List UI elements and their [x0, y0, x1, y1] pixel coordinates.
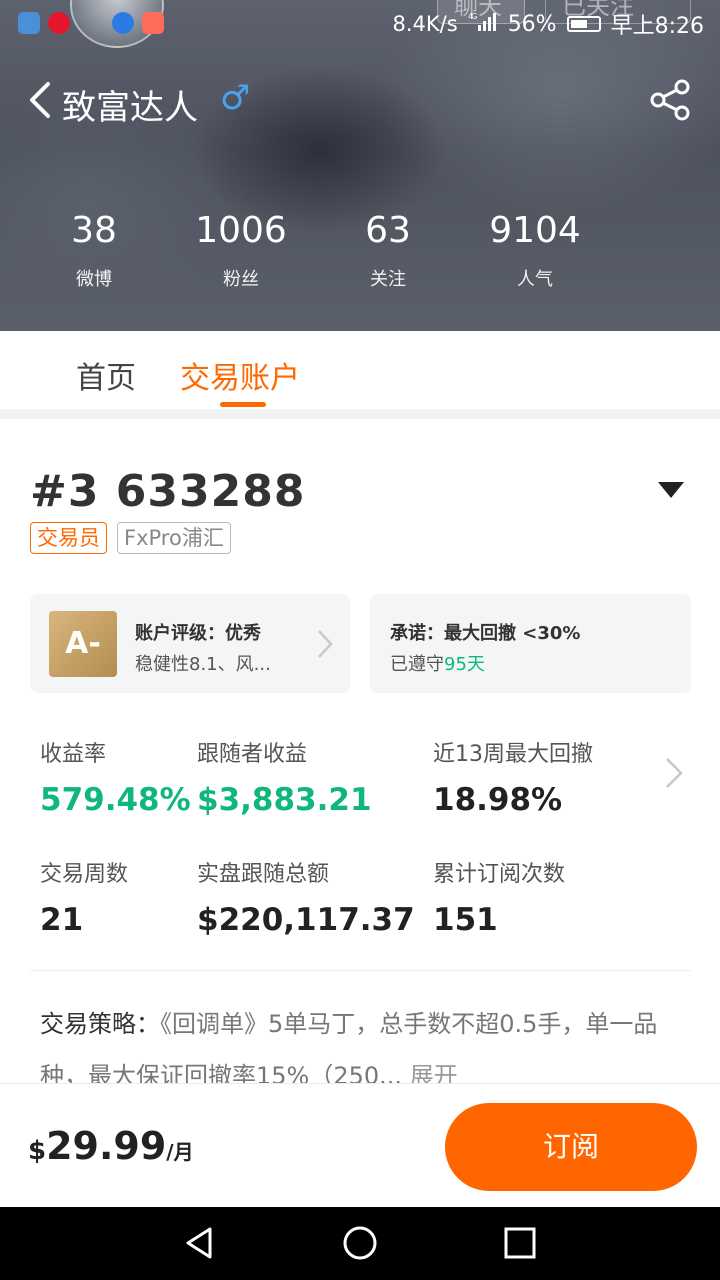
promise-card[interactable]: 承诺：最大回撤 <30% 已遵守95天	[370, 594, 691, 693]
price-amount: 29.99	[46, 1124, 167, 1168]
stat-fans[interactable]: 1006 粉丝	[181, 210, 301, 291]
top-nav: 致富达人 ♂	[0, 74, 720, 130]
metric-follow-total: 实盘跟随总额 $220,117.37	[197, 856, 415, 938]
metric-subscription-count: 累计订阅次数 151	[433, 856, 565, 938]
price-unit: /月	[166, 1140, 194, 1164]
metric-value: 151	[433, 902, 498, 938]
subscribe-button[interactable]: 订阅	[445, 1103, 697, 1191]
stat-value: 63	[365, 210, 411, 251]
rating-title: 账户评级：优秀	[135, 623, 261, 644]
bottom-bar: $29.99/月 订阅	[0, 1083, 720, 1207]
promise-title: 承诺：最大回撤 <30%	[390, 623, 581, 644]
metric-label: 跟随者收益	[197, 742, 308, 767]
stat-popularity[interactable]: 9104 人气	[475, 210, 595, 291]
stat-value: 38	[71, 210, 117, 251]
page-title: 致富达人	[62, 88, 198, 128]
stat-label: 粉丝	[223, 269, 259, 290]
tag-broker: FxPro浦汇	[117, 522, 231, 554]
metric-max-drawdown: 近13周最大回撤 18.98%	[433, 736, 593, 818]
divider	[30, 970, 691, 971]
metric-value: $220,117.37	[197, 902, 415, 938]
notification-icons-2	[112, 12, 164, 34]
stat-value: 9104	[489, 210, 581, 251]
section-divider	[0, 409, 720, 419]
tab-indicator	[220, 402, 266, 407]
metric-value: 18.98%	[433, 782, 563, 818]
metric-label: 实盘跟随总额	[197, 862, 330, 887]
metrics-chevron-right-icon[interactable]	[664, 756, 684, 790]
subscription-price: $29.99/月	[28, 1124, 194, 1168]
battery-icon	[566, 16, 601, 32]
stat-value: 1006	[195, 210, 287, 251]
strategy-label: 交易策略：	[40, 1010, 160, 1038]
back-arrow-icon[interactable]	[26, 80, 56, 120]
account-id: #3 633288	[30, 466, 306, 517]
dropdown-triangle-icon[interactable]	[658, 482, 684, 498]
nav-back-icon[interactable]	[182, 1225, 218, 1261]
nav-recents-icon[interactable]	[502, 1225, 538, 1261]
status-right: 8.4K/s 4G 56% 早上8:26	[393, 8, 705, 40]
share-icon[interactable]	[648, 78, 692, 122]
profile-header: 聊天 已关注 8.4K/s 4G 56% 早上8:26 致富达人 ♂ 38 微博…	[0, 0, 720, 331]
message-icon	[142, 12, 164, 34]
metric-value: 579.48%	[40, 782, 191, 818]
metric-trading-weeks: 交易周数 21	[40, 856, 128, 938]
stat-weibo[interactable]: 38 微博	[34, 210, 154, 291]
metric-follower-profit: 跟随者收益 $3,883.21	[197, 736, 372, 818]
network-type: 4G	[468, 12, 477, 21]
battery-percent: 56%	[507, 11, 557, 37]
tag-trader: 交易员	[30, 522, 107, 554]
metric-label: 累计订阅次数	[433, 862, 566, 887]
telegram-icon	[18, 12, 40, 34]
network-speed: 8.4K/s	[392, 12, 458, 36]
metric-label: 收益率	[40, 742, 107, 767]
stat-label: 人气	[517, 269, 553, 290]
tab-trading-account[interactable]: 交易账户	[180, 353, 300, 397]
metric-label: 近13周最大回撤	[433, 742, 593, 767]
metric-value: 21	[40, 902, 84, 938]
tab-bar: 首页 交易账户	[0, 331, 720, 409]
promise-prefix: 已遵守	[390, 654, 444, 675]
stat-label: 微博	[76, 269, 112, 290]
status-bar: 聊天 已关注 8.4K/s 4G 56% 早上8:26	[0, 0, 720, 50]
male-icon: ♂	[220, 78, 251, 118]
profile-stats: 38 微博 1006 粉丝 63 关注 9104 人气	[0, 210, 720, 310]
promise-subtitle: 已遵守95天	[390, 650, 485, 676]
metric-value: $3,883.21	[197, 782, 372, 818]
account-rating-card[interactable]: A- 账户评级：优秀 稳健性8.1、风...	[30, 594, 350, 693]
rating-subtitle: 稳健性8.1、风...	[135, 654, 271, 675]
stat-label: 关注	[370, 269, 406, 290]
grade-badge: A-	[49, 611, 117, 677]
stat-following[interactable]: 63 关注	[328, 210, 448, 291]
clock: 早上8:26	[610, 14, 704, 39]
price-currency: $	[28, 1136, 47, 1166]
metric-return-rate: 收益率 579.48%	[40, 736, 191, 818]
nav-home-icon[interactable]	[342, 1225, 378, 1261]
tab-home[interactable]: 首页	[76, 353, 136, 397]
metric-label: 交易周数	[40, 862, 129, 887]
system-nav-bar	[0, 1207, 720, 1280]
signal-icon: 4G	[468, 11, 498, 38]
chevron-right-icon	[318, 630, 333, 658]
browser-icon	[112, 12, 134, 34]
weibo-icon	[48, 12, 70, 34]
account-tags: 交易员 FxPro浦汇	[30, 522, 231, 554]
promise-days: 95天	[444, 654, 485, 675]
